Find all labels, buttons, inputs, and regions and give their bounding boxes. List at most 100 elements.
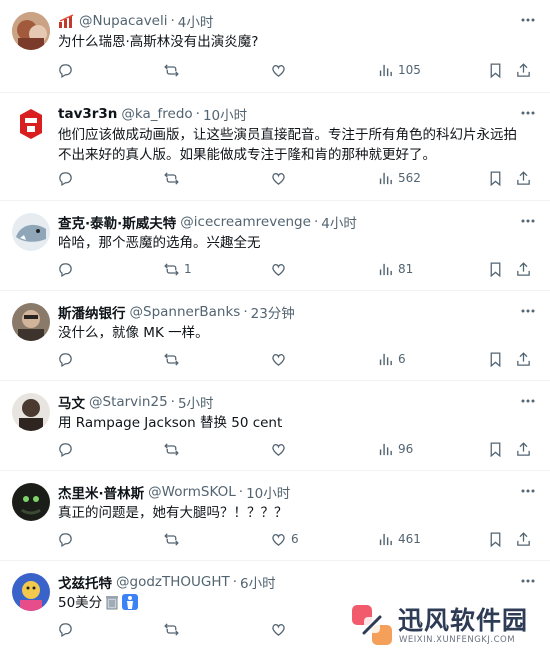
more-options-icon[interactable]	[520, 303, 536, 319]
user-handle[interactable]: @ka_fredo	[121, 106, 192, 122]
like-button[interactable]	[270, 170, 287, 187]
tweet-time[interactable]: 5小时	[178, 392, 214, 412]
retweet-button[interactable]	[163, 62, 180, 79]
avatar[interactable]	[12, 12, 50, 50]
reply-tweet[interactable]: @Nupacaveli · 4小时 为什么瑞恩·高斯林没有出演炎魔? 105	[0, 0, 550, 93]
views-count: 562	[398, 171, 421, 185]
tweet-time[interactable]: 10小时	[246, 482, 290, 502]
views-button[interactable]: 96	[377, 441, 413, 458]
share-button[interactable]	[515, 170, 532, 187]
user-handle[interactable]: @WormSKOL	[148, 484, 236, 500]
reply-button[interactable]	[57, 441, 74, 458]
reply-button[interactable]	[57, 261, 74, 278]
user-name[interactable]: 斯潘纳银行	[58, 302, 126, 322]
more-options-icon[interactable]	[520, 213, 536, 229]
reply-tweet[interactable]: 马文 @Starvin25 · 5小时 用 Rampage Jackson 替换…	[0, 381, 550, 471]
tweet-text: 没什么，就像 MK 一样。	[58, 325, 209, 341]
reply-button[interactable]	[57, 621, 74, 638]
share-button[interactable]	[515, 62, 532, 79]
reply-tweet[interactable]: 杰里米·普林斯 @WormSKOL · 10小时 真正的问题是，她有大腿吗？！？…	[0, 471, 550, 561]
reply-tweet[interactable]: tav3r3n @ka_fredo · 10小时 他们应该做成动画版，让这些演员…	[0, 93, 550, 201]
views-bar-chart-icon	[379, 353, 392, 365]
reply-icon	[59, 352, 72, 367]
bookmark-button[interactable]	[487, 261, 504, 278]
bookmark-button[interactable]	[487, 531, 504, 548]
user-name[interactable]: tav3r3n	[58, 106, 117, 122]
tweet-header: 杰里米·普林斯 @WormSKOL · 10小时	[58, 481, 536, 503]
views-button[interactable]: 105	[377, 62, 421, 79]
separator-dot: ·	[170, 394, 175, 410]
views-button[interactable]: 6	[377, 351, 406, 368]
like-button[interactable]	[270, 441, 287, 458]
reply-icon	[59, 63, 72, 78]
avatar[interactable]	[12, 573, 50, 611]
user-handle[interactable]: @SpannerBanks	[130, 304, 241, 320]
more-options-icon[interactable]	[520, 12, 536, 28]
user-name[interactable]: 杰里米·普林斯	[58, 482, 144, 502]
avatar[interactable]	[12, 105, 50, 143]
user-name[interactable]: 查克·泰勒·斯威夫特	[58, 212, 176, 232]
more-options-icon[interactable]	[520, 105, 536, 121]
views-button[interactable]: 461	[377, 531, 421, 548]
share-button[interactable]	[515, 261, 532, 278]
more-options-icon[interactable]	[520, 573, 536, 589]
reply-icon	[59, 622, 72, 637]
reply-tweet[interactable]: 斯潘纳银行 @SpannerBanks · 23分钟 没什么，就像 MK 一样。…	[0, 291, 550, 381]
tweet-text: 他们应该做成动画版，让这些演员直接配音。专注于所有角色的科幻片永远拍不出来好的真…	[58, 127, 517, 163]
reply-button[interactable]	[57, 531, 74, 548]
user-handle[interactable]: @icecreamrevenge	[180, 214, 311, 230]
reply-button[interactable]	[57, 62, 74, 79]
user-handle[interactable]: @godzTHOUGHT	[116, 574, 230, 590]
bookmark-button[interactable]	[487, 351, 504, 368]
avatar[interactable]	[12, 303, 50, 341]
views-bar-chart-icon	[379, 443, 392, 455]
tweet-time[interactable]: 10小时	[203, 104, 247, 124]
tweet-time[interactable]: 4小时	[178, 11, 214, 31]
avatar[interactable]	[12, 393, 50, 431]
tweet-header: 斯潘纳银行 @SpannerBanks · 23分钟	[58, 301, 536, 323]
tweet-header: 马文 @Starvin25 · 5小时	[58, 391, 536, 413]
views-button[interactable]: 562	[377, 170, 421, 187]
retweet-button[interactable]	[163, 351, 180, 368]
bookmark-button[interactable]	[487, 62, 504, 79]
views-bar-chart-icon	[379, 533, 392, 545]
tweet-text: 用 Rampage Jackson 替换 50 cent	[58, 415, 283, 431]
watermark-title: 迅风软件园	[398, 606, 529, 635]
avatar[interactable]	[12, 483, 50, 521]
user-handle[interactable]: @Starvin25	[89, 394, 168, 410]
retweet-button[interactable]	[163, 441, 180, 458]
reply-button[interactable]	[57, 170, 74, 187]
separator-dot: ·	[232, 574, 238, 590]
retweet-button[interactable]	[163, 170, 180, 187]
retweet-button[interactable]	[163, 621, 180, 638]
share-button[interactable]	[515, 351, 532, 368]
like-button[interactable]	[270, 261, 287, 278]
like-button[interactable]: 6	[270, 531, 299, 548]
bookmark-button[interactable]	[487, 441, 504, 458]
tweet-time[interactable]: 4小时	[321, 212, 357, 232]
retweet-icon	[164, 442, 179, 456]
like-button[interactable]	[270, 62, 287, 79]
tweet-text: 50美分	[58, 595, 103, 611]
share-button[interactable]	[515, 531, 532, 548]
retweet-button[interactable]	[163, 531, 180, 548]
user-name[interactable]: 戈兹托特	[58, 572, 112, 592]
tweet-time[interactable]: 23分钟	[251, 302, 295, 322]
views-count: 105	[398, 63, 421, 77]
bookmark-button[interactable]	[487, 170, 504, 187]
user-handle[interactable]: @Nupacaveli	[79, 13, 168, 29]
like-button[interactable]	[270, 621, 287, 638]
avatar[interactable]	[12, 213, 50, 251]
more-options-icon[interactable]	[520, 393, 536, 409]
reply-tweet[interactable]: 查克·泰勒·斯威夫特 @icecreamrevenge · 4小时 哈哈，那个恶…	[0, 201, 550, 291]
retweet-button[interactable]: 1	[163, 261, 192, 278]
heart-icon	[272, 172, 285, 185]
like-button[interactable]	[270, 351, 287, 368]
reply-button[interactable]	[57, 351, 74, 368]
more-options-icon[interactable]	[520, 483, 536, 499]
tweet-time[interactable]: 6小时	[240, 572, 276, 592]
share-button[interactable]	[515, 441, 532, 458]
user-name[interactable]: 马文	[58, 392, 85, 412]
views-button[interactable]: 81	[377, 261, 413, 278]
bookmark-icon	[490, 62, 501, 78]
